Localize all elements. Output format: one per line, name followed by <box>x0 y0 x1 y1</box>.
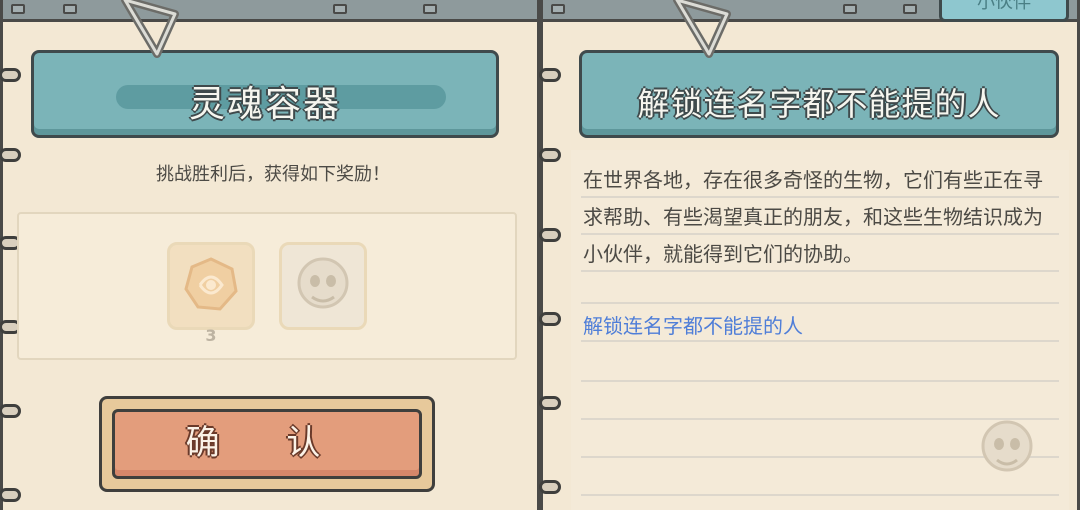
rivet <box>333 4 347 14</box>
ruled-line <box>581 302 1059 304</box>
reward-panel: 灵魂容器 挑战胜利后，获得如下奖励！ 3 确 认 <box>0 0 540 510</box>
rivet <box>423 4 437 14</box>
rivet <box>63 4 77 14</box>
spiral-binding <box>0 68 21 82</box>
hanger-hook-icon <box>121 0 179 58</box>
unlock-link[interactable]: 解锁连名字都不能提的人 <box>583 310 803 339</box>
reward-box: 3 <box>17 212 517 360</box>
ruled-line <box>581 380 1059 382</box>
rivet <box>903 4 917 14</box>
partner-description: 在世界各地，存在很多奇怪的生物，它们有些正在寻求帮助、有些渴望真正的朋友，和这些… <box>583 168 1043 266</box>
spiral-binding <box>539 148 561 162</box>
page-title: 解锁连名字都不能提的人 <box>637 85 1001 123</box>
title-banner: 解锁连名字都不能提的人 <box>579 50 1059 138</box>
ghost-creature-icon <box>297 257 349 309</box>
ruled-line <box>581 340 1059 342</box>
spiral-binding <box>539 68 561 82</box>
partner-info-panel: 小伙伴 解锁连名字都不能提的人 在世界各地，存在很多奇怪的生物，它们有些正在寻求… <box>539 0 1080 510</box>
spiral-binding <box>539 312 561 326</box>
hanger-hook-icon <box>673 0 731 58</box>
reward-intro-text: 挑战胜利后，获得如下奖励！ <box>156 164 390 185</box>
confirm-frame: 确 认 <box>99 396 435 492</box>
page-title: 灵魂容器 <box>188 84 341 125</box>
ghost-creature-icon <box>981 420 1033 472</box>
tab-partner[interactable]: 小伙伴 <box>939 0 1069 22</box>
title-banner: 灵魂容器 <box>31 50 499 138</box>
reward-slot[interactable]: 3 <box>167 242 255 345</box>
soul-stone-icon <box>184 257 238 311</box>
spiral-binding <box>539 480 561 494</box>
reward-count: 3 <box>205 326 217 345</box>
panel-top-bar <box>3 0 537 22</box>
rivet <box>551 4 565 14</box>
spiral-binding <box>0 488 21 502</box>
ruled-line <box>581 494 1059 496</box>
rivet <box>11 4 25 14</box>
reward-slot[interactable] <box>279 242 367 330</box>
confirm-button[interactable]: 确 认 <box>112 409 422 479</box>
spiral-binding <box>0 404 21 418</box>
notebook-area: 在世界各地，存在很多奇怪的生物，它们有些正在寻求帮助、有些渴望真正的朋友，和这些… <box>571 150 1069 510</box>
rivet <box>843 4 857 14</box>
spiral-binding <box>539 228 561 242</box>
spiral-binding <box>539 396 561 410</box>
